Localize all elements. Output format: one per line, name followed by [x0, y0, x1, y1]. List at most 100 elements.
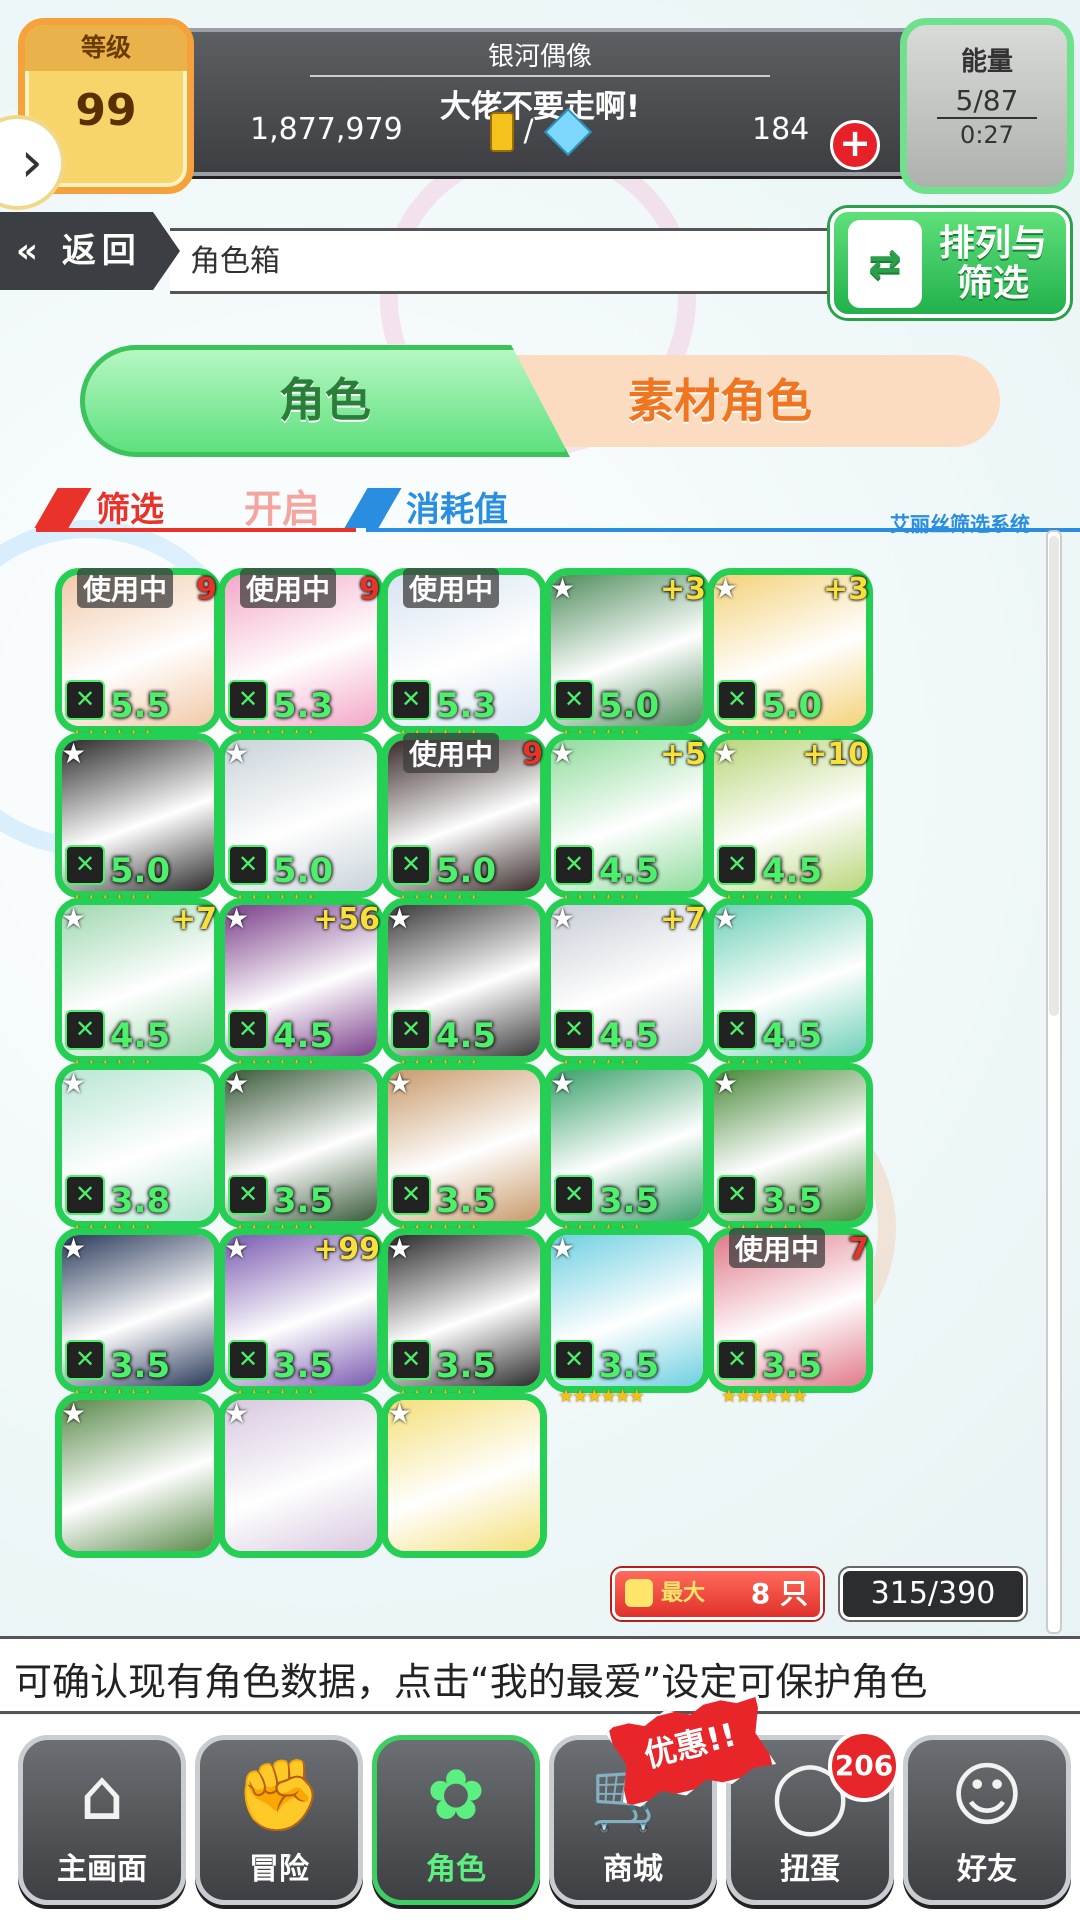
favorite-star-icon: ★	[713, 902, 739, 935]
character-card[interactable]: ★+7✕4.5★★★★★★	[55, 898, 225, 1083]
character-card[interactable]: ★✕3.5★★★★★★	[218, 1063, 388, 1248]
roster-capacity: 315/390	[840, 1568, 1026, 1620]
character-card[interactable]: ★✕3.8★★★★★★	[55, 1063, 225, 1248]
max-label: 最大	[661, 1581, 706, 1606]
stripe-decoration	[34, 488, 92, 528]
favorite-star-icon: ★	[550, 902, 576, 935]
sort-filter-button[interactable]: ⇄ 排列与筛选	[830, 208, 1070, 318]
nav-button[interactable]: ✊ 冒险	[195, 1735, 363, 1905]
favorite-star-icon: ★	[61, 1067, 87, 1100]
nav-label: 扭蛋	[780, 1852, 840, 1887]
character-card[interactable]: ★	[381, 1393, 551, 1578]
nav-button[interactable]: ⌂ 主画面	[18, 1735, 186, 1905]
character-card[interactable]: 使用中9✕5.3★★★★★★	[218, 568, 388, 753]
friends-icon: ☺	[950, 1754, 1024, 1836]
character-card[interactable]: ★+7✕4.5★★★★★★	[544, 898, 714, 1083]
scrollbar-thumb[interactable]	[1049, 536, 1059, 1016]
in-use-label: 使用中	[77, 568, 174, 608]
plus-value: +7	[659, 902, 706, 937]
favorite-star-icon: ★	[224, 902, 250, 935]
plus-value: +7	[170, 902, 217, 937]
character-card[interactable]: ★✕3.5★★★★★★	[707, 1063, 877, 1248]
max-icon	[625, 1579, 653, 1607]
currency-icons: /	[490, 107, 593, 157]
character-card[interactable]: ★	[218, 1393, 388, 1578]
favorite-star-icon: ★	[387, 1397, 413, 1430]
cost-value: 3.5	[761, 1346, 823, 1386]
cost-value: 3.5	[109, 1346, 171, 1386]
filter-toggle[interactable]: 筛选 开启	[34, 478, 356, 532]
character-card[interactable]: ★+3✕5.0★★★★★★	[707, 568, 877, 753]
cost-value: 3.5	[598, 1181, 660, 1221]
nav-label: 商城	[603, 1852, 663, 1887]
page-title: 角色箱	[190, 244, 280, 279]
character-card[interactable]: ★✕5.0★★★★★★	[218, 733, 388, 918]
favorite-star-icon: ★	[224, 1232, 250, 1265]
character-card[interactable]: 使用中✕5.3★★★★★★	[381, 568, 551, 753]
character-card[interactable]: ★+56✕4.5★★★★★★	[218, 898, 388, 1083]
favorite-star-icon: ★	[224, 737, 250, 770]
bottom-nav: ⌂主画面✊冒险✿角色🛒商城◯扭蛋☺好友	[0, 1715, 1080, 1920]
grid-scrollbar[interactable]	[1046, 530, 1062, 1634]
filter-state: 开启	[244, 487, 321, 531]
rarity-stars-icon: ★★★★★★	[558, 1386, 645, 1407]
cost-value: 3.5	[435, 1346, 497, 1386]
character-card[interactable]: ★✕3.5★★★★★★	[544, 1063, 714, 1248]
cost-value: 4.5	[761, 851, 823, 891]
cost-value: 4.5	[272, 1016, 334, 1056]
handshake-icon: ✊	[235, 1754, 323, 1836]
character-card[interactable]: ★✕4.5★★★★★★	[707, 898, 877, 1083]
character-card[interactable]: ★✕4.5★★★★★★	[381, 898, 551, 1083]
character-card[interactable]: ★+3✕5.0★★★★★★	[544, 568, 714, 753]
status-header: 等级 99 银河偶像 大佬不要走啊! 1,877,979 / 184 + 能量 …	[0, 0, 1080, 210]
plus-value: 9	[196, 572, 217, 607]
cost-sort-toggle[interactable]: 消耗值 艾丽丝筛选系统	[344, 478, 1080, 536]
add-gems-button[interactable]: +	[830, 120, 880, 170]
cost-value: 5.0	[761, 686, 823, 726]
filter-label: 筛选	[96, 490, 164, 530]
character-card[interactable]: ★✕3.5★★★★★★	[381, 1063, 551, 1248]
cost-value: 4.5	[109, 1016, 171, 1056]
favorite-star-icon: ★	[387, 1067, 413, 1100]
character-card[interactable]: ★✕3.5★★★★★★	[544, 1228, 714, 1413]
plus-value: +56	[313, 902, 380, 937]
character-card[interactable]: ★✕3.5★★★★★★	[55, 1228, 225, 1413]
character-card[interactable]: ★✕5.0★★★★★★	[55, 733, 225, 918]
energy-label: 能量	[960, 47, 1013, 77]
plus-value: +3	[659, 572, 706, 607]
character-card[interactable]: ★	[55, 1393, 225, 1578]
ticker-text: 可确认现有角色数据，点击“我的最爱”设定可保护角色	[14, 1660, 928, 1704]
plus-value: 7	[848, 1232, 869, 1267]
nav-button[interactable]: ✿ 角色	[372, 1735, 540, 1905]
favorite-star-icon: ★	[61, 1232, 87, 1265]
plus-value: 9	[522, 737, 543, 772]
plus-value: +10	[802, 737, 869, 772]
favorite-star-icon: ★	[224, 1067, 250, 1100]
cost-value: 3.5	[435, 1181, 497, 1221]
character-card[interactable]: ★✕3.5★★★★★★	[381, 1228, 551, 1413]
sort-filter-label: 排列与筛选	[938, 223, 1047, 304]
currency-separator: /	[523, 113, 534, 149]
character-card[interactable]: ★+5✕4.5★★★★★★	[544, 733, 714, 918]
filter-system-label: 艾丽丝筛选系统	[890, 512, 1030, 536]
energy-timer: 0:27	[960, 121, 1014, 149]
favorite-star-icon: ★	[61, 737, 87, 770]
gem-icon	[544, 107, 593, 157]
character-card[interactable]: 使用中9✕5.0★★★★★★	[381, 733, 551, 918]
nav-label: 角色	[426, 1852, 486, 1887]
cost-value: 5.3	[435, 686, 497, 726]
favorite-star-icon: ★	[713, 572, 739, 605]
energy-badge[interactable]: 能量 5/87 0:27	[900, 18, 1074, 194]
favorite-star-icon: ★	[550, 737, 576, 770]
cost-value: 5.5	[109, 686, 171, 726]
cost-value: 3.5	[598, 1346, 660, 1386]
plus-value: +99	[313, 1232, 380, 1267]
back-button[interactable]: « 返回	[0, 212, 180, 290]
nav-button[interactable]: ☺ 好友	[903, 1735, 1071, 1905]
tab-characters[interactable]: 角色	[80, 345, 570, 457]
character-card[interactable]: 使用中9✕5.5★★★★★★	[55, 568, 225, 753]
character-grid: 使用中9✕5.5★★★★★★使用中9✕5.3★★★★★★使用中✕5.3★★★★★…	[55, 560, 1030, 1635]
character-card[interactable]: 使用中 7 ✕ 3.5 ★★★★★★	[707, 1228, 877, 1413]
character-card[interactable]: ★+99✕3.5★★★★★★	[218, 1228, 388, 1413]
character-card[interactable]: ★+10✕4.5★★★★★★	[707, 733, 877, 918]
